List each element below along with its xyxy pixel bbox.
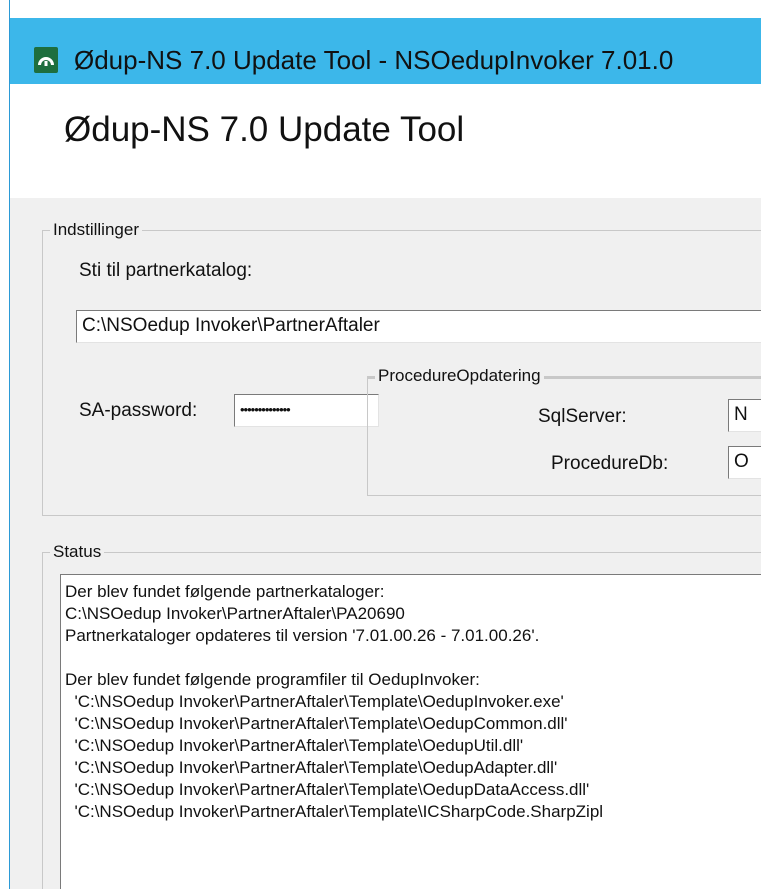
status-line: 'C:\NSOedup Invoker\PartnerAftaler\Templ… xyxy=(65,802,604,821)
status-group-label: Status xyxy=(50,542,105,562)
status-line: 'C:\NSOedup Invoker\PartnerAftaler\Templ… xyxy=(65,780,590,799)
status-line: 'C:\NSOedup Invoker\PartnerAftaler\Templ… xyxy=(65,736,524,755)
procedure-group-box: ProcedureOpdatering SqlServer: N Procedu… xyxy=(367,366,761,496)
proceduredb-label: ProcedureDb: xyxy=(551,453,669,474)
status-line: 'C:\NSOedup Invoker\PartnerAftaler\Templ… xyxy=(65,692,564,711)
status-line: C:\NSOedup Invoker\PartnerAftaler\PA2069… xyxy=(65,604,405,623)
sa-password-label: SA-password: xyxy=(79,400,198,421)
window-left-edge xyxy=(0,0,10,889)
partner-path-label: Sti til partnerkatalog: xyxy=(79,260,253,281)
window-title: Ødup-NS 7.0 Update Tool - NSOedupInvoker… xyxy=(74,45,674,75)
status-line: 'C:\NSOedup Invoker\PartnerAftaler\Templ… xyxy=(65,714,568,733)
app-icon xyxy=(34,47,58,73)
client-area: Ødup-NS 7.0 Update Tool Indstillinger St… xyxy=(10,84,761,889)
sqlserver-label: SqlServer: xyxy=(538,406,627,427)
app-window: Ødup-NS 7.0 Update Tool - NSOedupInvoker… xyxy=(0,0,761,889)
status-line: 'C:\NSOedup Invoker\PartnerAftaler\Templ… xyxy=(65,758,558,777)
status-line: Partnerkataloger opdateres til version '… xyxy=(65,626,540,645)
settings-group-label: Indstillinger xyxy=(50,220,142,240)
status-line: Der blev fundet følgende programfiler ti… xyxy=(65,670,480,689)
status-line xyxy=(65,647,761,669)
procedure-group-label: ProcedureOpdatering xyxy=(375,366,544,386)
status-log[interactable]: Der blev fundet følgende partnerkataloge… xyxy=(60,574,761,889)
partner-path-input[interactable]: C:\NSOedup Invoker\PartnerAftaler xyxy=(76,310,761,343)
title-bar[interactable]: Ødup-NS 7.0 Update Tool - NSOedupInvoker… xyxy=(10,0,761,84)
header-panel: Ødup-NS 7.0 Update Tool xyxy=(10,84,761,198)
status-line: Der blev fundet følgende partnerkataloge… xyxy=(65,582,385,601)
proceduredb-input[interactable]: O xyxy=(728,446,761,479)
sa-password-input[interactable]: •••••••••••••• xyxy=(234,394,379,427)
page-title: Ødup-NS 7.0 Update Tool xyxy=(64,110,465,149)
sqlserver-input[interactable]: N xyxy=(728,399,761,432)
